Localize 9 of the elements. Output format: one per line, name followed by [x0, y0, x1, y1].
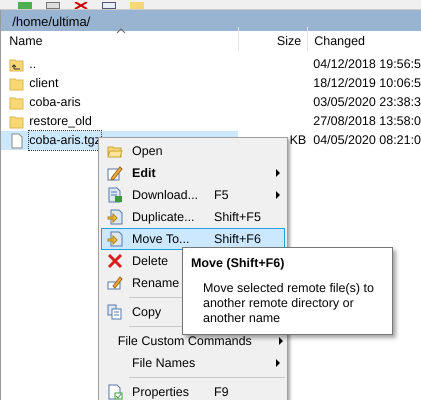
- file-date: 04/05/2020 08:21:0: [313, 133, 421, 148]
- file-date: 27/08/2018 13:58:0: [313, 114, 421, 128]
- file-date: 18/12/2019 10:06:5: [313, 76, 421, 90]
- tooltip-title: Move (Shift+F6): [191, 255, 286, 272]
- file-size: KB: [290, 133, 306, 148]
- path-bar: /home/ultima/: [1, 10, 421, 31]
- file-date: 03/05/2020 23:38:3: [313, 95, 421, 110]
- tooltip-text: Move selected remote file(s) to another remote directory or another name: [202, 280, 375, 326]
- file-date: 04/12/2018 19:56:5: [313, 57, 421, 72]
